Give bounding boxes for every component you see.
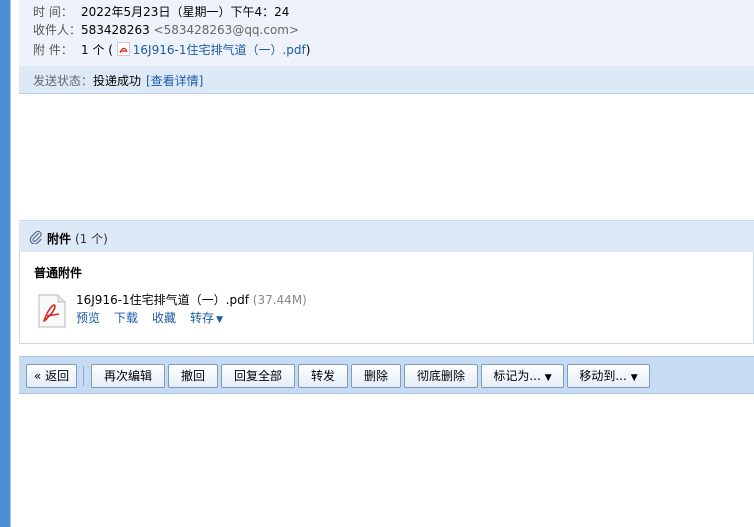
preview-link[interactable]: 预览 — [76, 311, 100, 325]
back-button[interactable]: « 返回 — [26, 364, 77, 388]
time-row: 时 间： 2022年5月23日（星期一）下午4：24 — [33, 3, 289, 21]
mail-toolbar: « 返回 再次编辑 撤回 回复全部 转发 删除 彻底删除 标记为... ▼ 移动到… — [19, 356, 754, 394]
save-to-link[interactable]: 转存 ▼ — [190, 311, 237, 325]
attachment-row: 附 件： 1 个 ( 16J916-1住宅排气道（一）.pdf) — [33, 41, 310, 59]
favorite-link[interactable]: 收藏 — [152, 311, 176, 325]
attachments-count: (1 个) — [75, 232, 108, 246]
view-details-link[interactable]: [查看详情] — [146, 72, 203, 89]
move-to-button[interactable]: 移动到... ▼ — [567, 364, 650, 388]
attachment-close: ) — [305, 43, 311, 57]
attachment-label: 附 件： — [33, 43, 73, 57]
delete-button[interactable]: 删除 — [351, 364, 401, 388]
reply-all-button[interactable]: 回复全部 — [221, 364, 295, 388]
recipient-label: 收件人： — [33, 23, 82, 37]
caret-down-icon: ▼ — [216, 315, 223, 325]
attachment-file-size: (37.44M) — [252, 293, 307, 307]
time-value: 2022年5月23日（星期一）下午4：24 — [81, 5, 290, 19]
mail-content: 时 间： 2022年5月23日（星期一）下午4：24 收件人：583428263 … — [19, 0, 754, 527]
pdf-icon[interactable] — [36, 294, 68, 328]
left-rail-inner — [10, 0, 19, 527]
mark-as-button[interactable]: 标记为... ▼ — [481, 364, 564, 388]
mark-as-label: 标记为... — [493, 369, 541, 383]
attachment-file-link[interactable]: 16J916-1住宅排气道（一）.pdf — [133, 43, 306, 57]
paperclip-icon — [29, 230, 42, 244]
attachment-count: 1 个 ( — [81, 43, 113, 57]
send-status-bar: 发送状态： 投递成功 [查看详情] — [19, 66, 754, 94]
attachments-body: 普通附件 16J916-1住宅排气道（一）.pdf (37.44M) 预览 下载收… — [19, 252, 754, 344]
attachment-file-name[interactable]: 16J916-1住宅排气道（一）.pdf — [76, 293, 249, 307]
caret-down-icon: ▼ — [630, 373, 638, 383]
time-label: 时 间： — [33, 5, 73, 19]
caret-down-icon: ▼ — [544, 373, 552, 383]
move-to-label: 移动到... — [579, 369, 627, 383]
recipient-name[interactable]: 583428263 — [81, 23, 150, 37]
send-status-label: 发送状态： — [33, 74, 94, 88]
recipient-email[interactable]: <583428263@qq.com> — [154, 23, 300, 37]
mail-header: 时 间： 2022年5月23日（星期一）下午4：24 收件人：583428263 … — [19, 0, 754, 66]
download-link[interactable]: 下载 — [114, 311, 138, 325]
normal-attachments-label: 普通附件 — [34, 266, 83, 280]
recipient-row: 收件人：583428263 <583428263@qq.com> — [33, 21, 299, 39]
left-rail — [0, 0, 10, 527]
attachments-title: 附件 — [47, 232, 72, 246]
attachment-actions: 预览 下载 收藏 转存 ▼ — [76, 309, 237, 326]
forward-button[interactable]: 转发 — [298, 364, 348, 388]
toolbar-separator — [83, 366, 84, 386]
attachments-header: 附件 (1 个) — [19, 220, 754, 252]
delete-permanently-button[interactable]: 彻底删除 — [404, 364, 478, 388]
save-to-label: 转存 — [190, 311, 215, 325]
send-status-value: 投递成功 — [93, 74, 142, 88]
attachment-file-name-row: 16J916-1住宅排气道（一）.pdf (37.44M) — [76, 291, 307, 308]
edit-again-button[interactable]: 再次编辑 — [91, 364, 165, 388]
pdf-icon — [116, 42, 130, 56]
recall-button[interactable]: 撤回 — [168, 364, 218, 388]
